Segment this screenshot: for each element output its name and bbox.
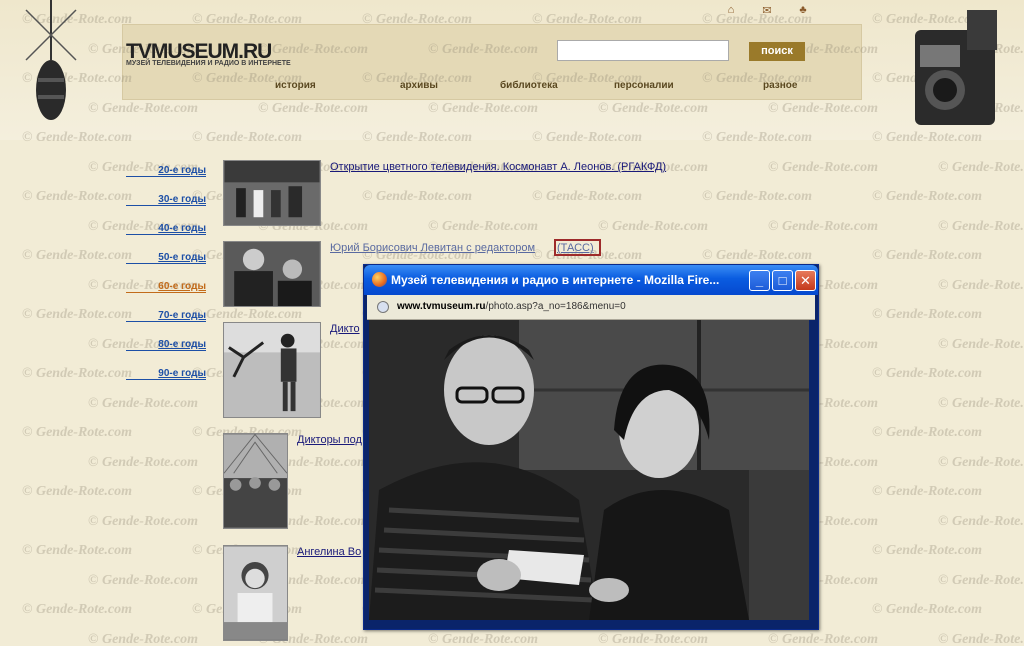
watermark-text: © Gende-Rote.com bbox=[22, 425, 132, 440]
watermark-text: © Gende-Rote.com bbox=[88, 572, 198, 588]
decade-link-60s[interactable]: 60-е годы bbox=[126, 281, 206, 293]
maximize-button[interactable]: □ bbox=[772, 270, 793, 291]
watermark-text: © Gende-Rote.com bbox=[428, 631, 538, 646]
sitemap-icon[interactable]: ♣ bbox=[796, 4, 810, 17]
watermark-text: © Gende-Rote.com bbox=[872, 602, 982, 617]
home-icon[interactable]: ⌂ bbox=[724, 4, 738, 17]
watermark-text: © Gende-Rote.com bbox=[192, 307, 302, 322]
decade-link-80s[interactable]: 80-е годы bbox=[126, 339, 206, 351]
window-titlebar[interactable]: Музей телевидения и радио в интернете - … bbox=[364, 265, 818, 295]
decade-link-50s[interactable]: 50-е годы bbox=[126, 252, 206, 264]
nav-item-personalities[interactable]: персоналии bbox=[614, 80, 674, 91]
mail-icon[interactable]: ✉ bbox=[760, 4, 774, 17]
watermark-text: © Gende-Rote.com bbox=[22, 484, 132, 499]
address-url[interactable]: www.tvmuseum.ru/photo.asp?a_no=186&menu=… bbox=[397, 301, 626, 312]
watermark-text: © Gende-Rote.com bbox=[872, 307, 982, 322]
photo-caption-link[interactable]: Дикто bbox=[330, 323, 360, 335]
watermark-text: © Gende-Rote.com bbox=[872, 189, 982, 204]
watermark-text: © Gende-Rote.com bbox=[22, 602, 132, 617]
watermark-text: © Gende-Rote.com bbox=[22, 248, 132, 263]
watermark-text: © Gende-Rote.com bbox=[938, 454, 1024, 470]
photo-thumbnail[interactable] bbox=[223, 322, 321, 418]
watermark-text: © Gende-Rote.com bbox=[88, 454, 198, 470]
nav-item-misc[interactable]: разное bbox=[763, 80, 797, 91]
photo-caption-link[interactable]: Открытие цветного телевидения. Космонавт… bbox=[330, 161, 666, 173]
watermark-text: © Gende-Rote.com bbox=[938, 218, 1024, 234]
watermark-text: © Gende-Rote.com bbox=[88, 513, 198, 529]
nav-item-archives[interactable]: архивы bbox=[400, 80, 438, 91]
watermark-text: © Gende-Rote.com bbox=[88, 631, 198, 646]
watermark-text: © Gende-Rote.com bbox=[938, 631, 1024, 646]
decade-link-40s[interactable]: 40-е годы bbox=[126, 223, 206, 235]
watermark-text: © Gende-Rote.com bbox=[598, 218, 708, 234]
watermark-text: © Gende-Rote.com bbox=[938, 513, 1024, 529]
watermark-text: © Gende-Rote.com bbox=[362, 189, 472, 204]
decade-link-70s[interactable]: 70-е годы bbox=[126, 310, 206, 322]
watermark-text: © Gende-Rote.com bbox=[88, 395, 198, 411]
watermark-text: © Gende-Rote.com bbox=[938, 336, 1024, 352]
search-input[interactable] bbox=[557, 40, 729, 61]
minimize-button[interactable]: _ bbox=[749, 270, 770, 291]
globe-icon bbox=[377, 301, 389, 313]
watermark-text: © Gende-Rote.com bbox=[598, 631, 708, 646]
photo-caption-link[interactable]: Дикторы под bbox=[297, 434, 362, 446]
photo-thumbnail[interactable] bbox=[223, 241, 321, 307]
highlight-box bbox=[554, 239, 601, 256]
watermark-text: © Gende-Rote.com bbox=[768, 631, 878, 646]
watermark-text: © Gende-Rote.com bbox=[768, 159, 878, 175]
watermark-text: © Gende-Rote.com bbox=[532, 189, 642, 204]
photo-thumbnail[interactable] bbox=[223, 433, 288, 529]
watermark-text: © Gende-Rote.com bbox=[872, 248, 982, 263]
watermark-text: © Gende-Rote.com bbox=[22, 189, 132, 204]
watermark-text: © Gende-Rote.com bbox=[768, 218, 878, 234]
decade-link-20s[interactable]: 20-е годы bbox=[126, 165, 206, 177]
watermark-text: © Gende-Rote.com bbox=[872, 366, 982, 381]
photo-caption-link[interactable]: Юрий Борисович Левитан с редактором bbox=[330, 242, 535, 254]
watermark-text: © Gende-Rote.com bbox=[938, 395, 1024, 411]
watermark-text: © Gende-Rote.com bbox=[938, 277, 1024, 293]
photo-caption-link[interactable]: Ангелина Во bbox=[297, 546, 361, 558]
popup-browser-window[interactable]: Музей телевидения и радио в интернете - … bbox=[363, 264, 819, 630]
microphone-image bbox=[25, 0, 77, 120]
watermark-text: © Gende-Rote.com bbox=[22, 543, 132, 558]
watermark-text: © Gende-Rote.com bbox=[872, 543, 982, 558]
watermark-text: © Gende-Rote.com bbox=[938, 159, 1024, 175]
decade-link-90s[interactable]: 90-е годы bbox=[126, 368, 206, 380]
site-logo-subtitle: МУЗЕЙ ТЕЛЕВИДЕНИЯ И РАДИО В ИНТЕРНЕТЕ bbox=[126, 60, 291, 67]
window-title: Музей телевидения и радио в интернете - … bbox=[391, 273, 720, 287]
watermark-text: © Gende-Rote.com bbox=[22, 366, 132, 381]
decade-link-30s[interactable]: 30-е годы bbox=[126, 194, 206, 206]
photo-thumbnail[interactable] bbox=[223, 160, 321, 226]
watermark-text: © Gende-Rote.com bbox=[872, 484, 982, 499]
photo-thumbnail[interactable] bbox=[223, 545, 288, 641]
watermark-text: © Gende-Rote.com bbox=[702, 189, 812, 204]
address-bar[interactable]: www.tvmuseum.ru/photo.asp?a_no=186&menu=… bbox=[367, 295, 815, 320]
search-button[interactable]: поиск bbox=[749, 42, 805, 61]
watermark-text: © Gende-Rote.com bbox=[702, 248, 812, 263]
watermark-text: © Gende-Rote.com bbox=[22, 307, 132, 322]
nav-item-library[interactable]: библиотека bbox=[500, 80, 558, 91]
watermark-text: © Gende-Rote.com bbox=[428, 218, 538, 234]
watermark-text: © Gende-Rote.com bbox=[938, 572, 1024, 588]
close-button[interactable]: ✕ bbox=[795, 270, 816, 291]
popup-photo bbox=[369, 320, 809, 620]
watermark-text: © Gende-Rote.com bbox=[872, 425, 982, 440]
nav-item-history[interactable]: история bbox=[275, 80, 316, 91]
firefox-icon bbox=[372, 272, 387, 287]
camera-image bbox=[915, 10, 997, 125]
